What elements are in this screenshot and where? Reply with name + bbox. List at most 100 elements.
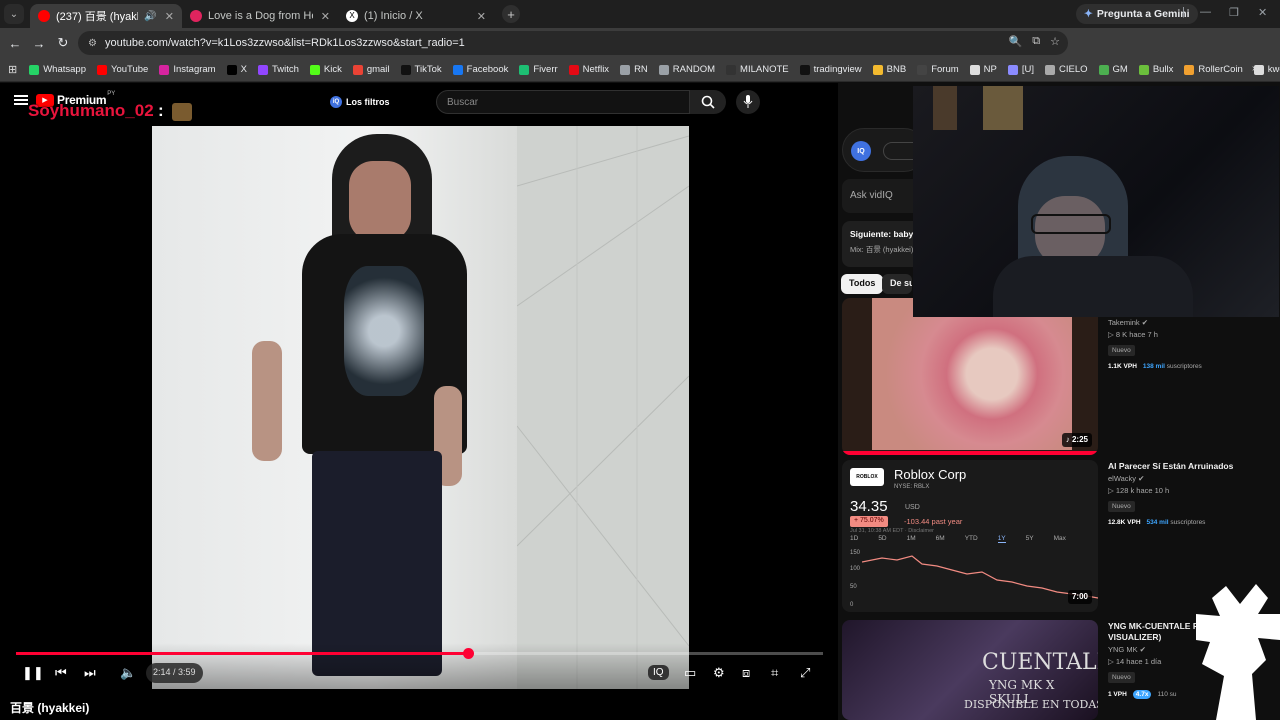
zoom-icon[interactable]: 🔍 [1009,35,1023,48]
forward-icon[interactable]: → [27,36,51,51]
bookmark-rollercoin[interactable]: RollerCoin [1184,64,1243,75]
ask-vidiq-input[interactable]: Ask vidIQ [842,179,922,213]
bookmark-x[interactable]: X [226,64,247,75]
chip-de-su[interactable]: De su [882,274,912,294]
back-icon[interactable]: ← [3,36,27,51]
thumbnail-image [872,298,1072,450]
maximize-icon[interactable]: ❐ [1229,6,1239,19]
bookmark-whatsapp[interactable]: Whatsapp [29,64,86,75]
bookmark-favicon-icon [309,64,320,75]
recommendation-thumbnail[interactable]: ROBLOX Roblox Corp NYSE: RBLX 34.35 USD … [842,460,1098,612]
bookmark-bullx[interactable]: Bullx [1138,64,1173,75]
close-tab-icon[interactable]: ✕ [477,10,486,23]
bookmark-bnb[interactable]: BNB [872,64,906,75]
range-tab[interactable]: 1M [907,535,916,543]
recommendation-thumbnail[interactable]: CUENTALE YNG MK X SKULL DISPONIBLE EN TO… [842,620,1098,720]
up-next-card[interactable]: Siguiente: babyfa Mix: 百景 (hyakkei) [842,221,922,267]
bookmark-instagram[interactable]: Instagram [159,64,216,75]
minimize-icon[interactable]: — [1200,6,1211,18]
url-text[interactable]: youtube.com/watch?v=k1Los3zzwso&list=RDk… [105,37,465,49]
reload-icon[interactable]: ↻ [51,35,75,51]
bookmark-tiktok[interactable]: TikTok [400,64,442,75]
bookmark-np[interactable]: NP [969,64,997,75]
subs-label: suscriptores [1166,363,1202,370]
bookmark-favicon-icon [726,64,737,75]
player-stage: ▶ Premium PY Soyhumano_02 : iQ Los filtr… [0,83,838,720]
wall-poster [933,86,957,130]
miniplayer-icon[interactable]: ⧈ [742,665,750,681]
channel-text: elWacky [1108,474,1137,483]
previous-icon[interactable]: ⏮ [55,665,67,681]
fullscreen-icon[interactable]: ⤢ [800,665,810,681]
recommendation-thumbnail[interactable]: ♪ 2:25 [842,298,1098,455]
settings-gear-icon[interactable]: ⚙ [713,665,725,681]
stream-overlay-username: Soyhumano_02 [28,101,154,120]
more-bookmarks-icon[interactable]: » [1252,63,1258,74]
filters-button[interactable]: iQ Los filtros [324,93,396,111]
search-button[interactable] [690,90,726,114]
bookmark-favicon-icon [620,64,631,75]
bookmark-favicon-icon [1045,64,1055,75]
tab-love-is-a-dog[interactable]: Love is a Dog from Hell . ✕ [182,4,338,28]
pause-icon[interactable]: ❚❚ [22,665,44,681]
vph-stat: 12.8K VPH [1108,519,1141,526]
bookmark-label: Kick [323,64,342,75]
video-frame[interactable] [152,126,689,689]
bookmark-random[interactable]: RANDOM [658,64,715,75]
youtube-favicon-icon [38,10,50,22]
roblox-ticker: NYSE: RBLX [894,484,930,490]
next-icon[interactable]: ⏭ [84,665,96,681]
scrubber-handle[interactable] [462,648,474,659]
range-tab[interactable]: 5D [878,535,886,543]
progress-bar[interactable] [16,648,823,659]
bookmark-cielo[interactable]: CIELO [1045,64,1088,75]
thumbnail-title-art: CUENTALE [982,650,1098,675]
new-tab-button[interactable]: + [502,5,520,23]
bookmark-rn[interactable]: RN [620,64,648,75]
gemini-button[interactable]: ✦ Pregunta a Gemini [1076,4,1198,24]
range-tab[interactable]: 1Y [997,535,1006,543]
bookmark-gm[interactable]: GM [1098,64,1128,75]
close-tab-icon[interactable]: ✕ [321,10,330,23]
chip-todos[interactable]: Todos [841,274,884,294]
bookmark-forum[interactable]: Forum [917,64,959,75]
bookmark-favicon-icon [29,64,40,75]
range-tab[interactable]: Max [1054,535,1066,543]
vidiq-player-icon[interactable]: IQ [648,665,669,680]
bookmark-tradingview[interactable]: tradingview [799,64,862,75]
recommendation-meta[interactable]: Al Parecer Sí Están Arruinados elWacky ✔… [1108,461,1278,526]
bookmark-netflix[interactable]: Netflix [568,64,609,75]
cast-tab-icon[interactable]: ⧉ [1032,35,1040,48]
bookmark-youtube[interactable]: YouTube [97,64,148,75]
bookmark-twitch[interactable]: Twitch [257,64,299,75]
recommendation-meta[interactable]: Takemink ✔ ▷ 8 K hace 7 h Nuevo 1.1K VPH… [1108,316,1278,370]
bookmark-star-icon[interactable]: ☆ [1050,35,1060,48]
site-info-icon[interactable]: ⚙ [88,38,97,49]
close-tab-icon[interactable]: ✕ [165,10,174,23]
tab-search-chevron-icon[interactable]: ⌄ [4,4,24,24]
bookmark-milanote[interactable]: MILANOTE [726,64,789,75]
apps-grid-icon[interactable]: ⊞ [8,63,17,76]
close-window-icon[interactable]: ✕ [1258,6,1267,19]
hamburger-menu-icon[interactable] [14,93,28,107]
bookmark-facebook[interactable]: Facebook [452,64,508,75]
bookmark-fiverr[interactable]: Fiverr [519,64,558,75]
bookmark-favicon-icon [1138,64,1149,75]
volume-icon[interactable]: 🔈 [120,665,136,681]
bookmark-gmail[interactable]: gmail [352,64,390,75]
address-bar[interactable]: ⚙ youtube.com/watch?v=k1Los3zzwso&list=R… [78,31,1068,55]
bookmark-kick[interactable]: Kick [309,64,342,75]
bookmark--u-[interactable]: [U] [1007,64,1034,75]
search-input[interactable]: Buscar [436,90,690,114]
subtitles-icon[interactable]: ▭ [684,665,696,681]
voice-search-button[interactable] [736,90,760,114]
range-tab[interactable]: 1D [850,535,858,543]
tab-x-inicio[interactable]: X (1) Inicio / X ✕ [338,4,494,28]
duration-badge: 7:00 [1067,590,1092,604]
tab-youtube[interactable]: (237) 百景 (hyakkei) - YouTube 🔊 ✕ [30,4,182,28]
cast-icon[interactable]: ⌗ [771,665,778,681]
range-tab[interactable]: 5Y [1026,535,1034,543]
range-tab[interactable]: 6M [936,535,945,543]
speaker-icon[interactable]: 🔊 [144,11,156,22]
range-tab[interactable]: YTD [965,535,978,543]
